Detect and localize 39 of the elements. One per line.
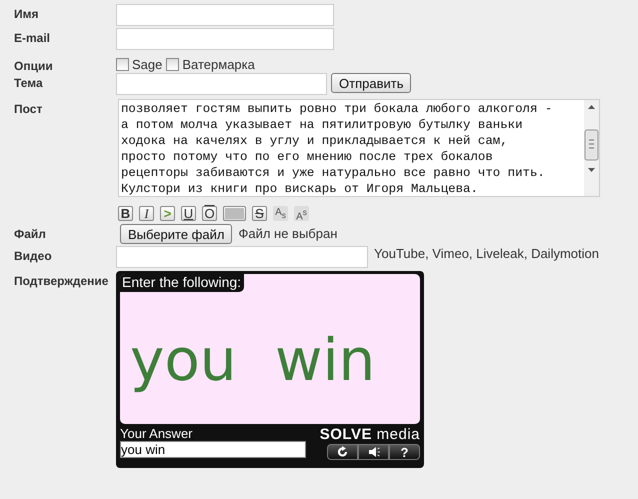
format-button[interactable]: A$_{s}$	[273, 206, 288, 221]
refresh-button[interactable]	[327, 444, 358, 460]
answer-label: Your Answer	[120, 426, 194, 441]
format-button[interactable]: I	[139, 206, 154, 221]
input-field[interactable]	[116, 4, 334, 26]
video-hint: YouTube, Vimeo, Liveleak, Dailymotion	[374, 246, 599, 261]
checkbox[interactable]	[116, 58, 129, 71]
logo: SOLVE media	[320, 426, 420, 443]
input-field[interactable]	[116, 28, 334, 50]
field-label: Опции	[14, 58, 54, 73]
field-label: Видео	[14, 248, 53, 263]
format-button[interactable]: U	[181, 206, 196, 221]
field-label: Пост	[14, 101, 44, 116]
format-button[interactable]: B	[118, 206, 133, 221]
spoiler-button[interactable]	[223, 206, 246, 221]
format-button[interactable]: A$^{s}$	[294, 206, 309, 221]
refresh-icon	[336, 446, 348, 458]
file-status: Файл не выбран	[238, 225, 338, 241]
send-button[interactable]: Отправить	[331, 73, 412, 93]
format-button[interactable]: S	[252, 206, 267, 221]
field-label: Имя	[14, 6, 40, 21]
choose-file-button[interactable]: Выберите файл	[120, 224, 232, 244]
field-label: Подтверждение	[14, 273, 110, 288]
scrollbar[interactable]	[584, 100, 599, 196]
captcha-prompt: Enter the following:	[120, 274, 244, 292]
answer-field[interactable]: you win	[120, 441, 306, 458]
input-field[interactable]	[116, 73, 327, 95]
help-button[interactable]: ?	[389, 444, 420, 460]
checkbox-label: Ватермарка	[182, 57, 255, 72]
field-label: Тема	[14, 75, 44, 90]
speaker-icon	[368, 446, 380, 458]
input-field[interactable]	[116, 246, 368, 268]
captcha-text: you win	[130, 326, 376, 394]
field-label: E-mail	[14, 30, 52, 45]
format-button[interactable]: O	[202, 206, 217, 221]
audio-button[interactable]	[358, 444, 389, 460]
checkbox-label: Sage	[132, 57, 162, 72]
checkbox[interactable]	[166, 58, 180, 71]
field-label: Файл	[14, 226, 47, 241]
